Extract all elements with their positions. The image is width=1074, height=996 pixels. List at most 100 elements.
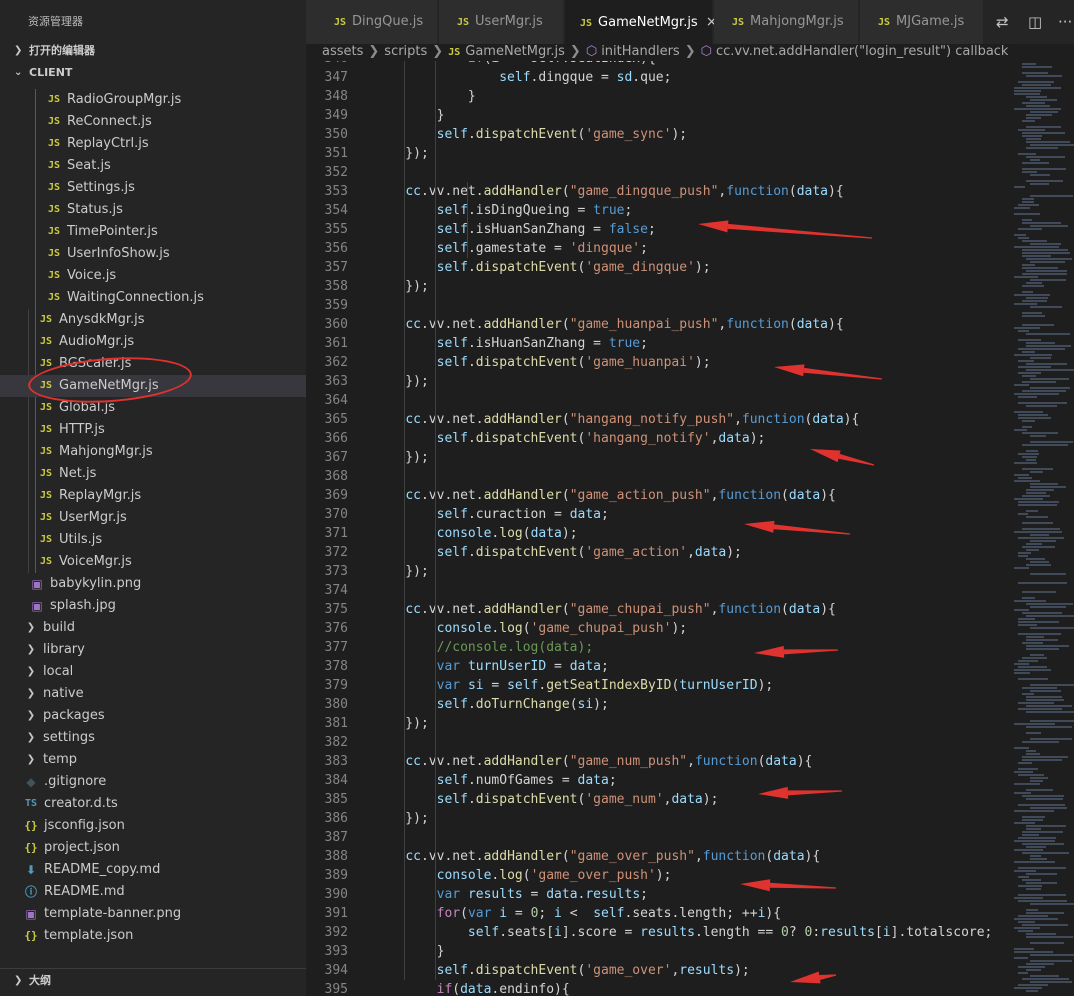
tree-file[interactable]: JS Global.js [0,397,306,419]
code-line[interactable]: 379 var si = self.getSeatIndexByID(turnU… [306,676,1006,695]
code-line[interactable]: 370 self.curaction = data; [306,505,1006,524]
code-line[interactable]: 365 cc.vv.net.addHandler("hangang_notify… [306,410,1006,429]
tree-file[interactable]: ▣ splash.jpg [0,595,306,617]
tree-file[interactable]: JS Status.js [0,199,306,221]
code-line[interactable]: 364 [306,391,1006,410]
tree-file[interactable]: JS Net.js [0,463,306,485]
tree-folder[interactable]: ❯ library [0,639,306,661]
code-line[interactable]: 383 cc.vv.net.addHandler("game_num_push"… [306,752,1006,771]
code-editor[interactable]: 346 if(i == self.seatIndex){347 self.din… [306,61,1006,996]
tree-folder[interactable]: ❯ local [0,661,306,683]
tab-mahjongmgr[interactable]: JS MahjongMgr.js [714,0,859,44]
tree-file[interactable]: JS Seat.js [0,155,306,177]
code-line[interactable]: 347 self.dingque = sd.que; [306,68,1006,87]
compare-changes-icon[interactable]: ⇄ [996,13,1009,31]
code-line[interactable]: 346 if(i == self.seatIndex){ [306,61,1006,68]
code-line[interactable]: 368 [306,467,1006,486]
tab-mjgame[interactable]: JS MJGame.js [860,0,984,44]
tree-file[interactable]: ▣ babykylin.png [0,573,306,595]
tree-file[interactable]: JS ReConnect.js [0,111,306,133]
code-line[interactable]: 377 //console.log(data); [306,638,1006,657]
code-line[interactable]: 375 cc.vv.net.addHandler("game_chupai_pu… [306,600,1006,619]
tree-file[interactable]: {} project.json [0,837,306,859]
code-line[interactable]: 393 } [306,942,1006,961]
tree-folder[interactable]: ❯ packages [0,705,306,727]
code-line[interactable]: 367 }); [306,448,1006,467]
tree-file[interactable]: ⬇ README_copy.md [0,859,306,881]
tree-file[interactable]: JS UserInfoShow.js [0,243,306,265]
code-line[interactable]: 369 cc.vv.net.addHandler("game_action_pu… [306,486,1006,505]
code-line[interactable]: 359 [306,296,1006,315]
breadcrumb-file[interactable]: GameNetMgr.js [465,44,565,59]
breadcrumb-callback[interactable]: cc.vv.net.addHandler("login_result") cal… [716,44,1008,59]
minimap[interactable] [1006,61,1074,996]
tab-dingque[interactable]: JS DingQue.js [306,0,438,44]
code-line[interactable]: 391 for(var i = 0; i < self.seats.length… [306,904,1006,923]
tree-file[interactable]: JS UserMgr.js [0,507,306,529]
tree-file[interactable]: JS AnysdkMgr.js [0,309,306,331]
more-actions-icon[interactable]: ··· [1058,13,1072,31]
code-line[interactable]: 390 var results = data.results; [306,885,1006,904]
code-line[interactable]: 363 }); [306,372,1006,391]
code-line[interactable]: 394 self.dispatchEvent('game_over',resul… [306,961,1006,980]
code-line[interactable]: 360 cc.vv.net.addHandler("game_huanpai_p… [306,315,1006,334]
tree-file[interactable]: ▣ template-banner.png [0,903,306,925]
code-line[interactable]: 349 } [306,106,1006,125]
code-line[interactable]: 355 self.isHuanSanZhang = false; [306,220,1006,239]
code-line[interactable]: 354 self.isDingQueing = true; [306,201,1006,220]
code-line[interactable]: 366 self.dispatchEvent('hangang_notify',… [306,429,1006,448]
tree-folder[interactable]: ❯ native [0,683,306,705]
tree-file[interactable]: JS RadioGroupMgr.js [0,89,306,111]
tree-file[interactable]: JS TimePointer.js [0,221,306,243]
code-line[interactable]: 385 self.dispatchEvent('game_num',data); [306,790,1006,809]
tree-folder[interactable]: ❯ build [0,617,306,639]
code-line[interactable]: 376 console.log('game_chupai_push'); [306,619,1006,638]
tree-file[interactable]: JS WaitingConnection.js [0,287,306,309]
code-line[interactable]: 351 }); [306,144,1006,163]
code-line[interactable]: 378 var turnUserID = data; [306,657,1006,676]
breadcrumb-assets[interactable]: assets [322,44,363,59]
code-line[interactable]: 350 self.dispatchEvent('game_sync'); [306,125,1006,144]
tree-file[interactable]: JS HTTP.js [0,419,306,441]
code-line[interactable]: 380 self.doTurnChange(si); [306,695,1006,714]
tree-file[interactable]: JS Utils.js [0,529,306,551]
code-line[interactable]: 372 self.dispatchEvent('game_action',dat… [306,543,1006,562]
client-folder-section[interactable]: ⌄ CLIENT [0,62,306,84]
code-line[interactable]: 395 if(data.endinfo){ [306,980,1006,996]
tree-file[interactable]: {} jsconfig.json [0,815,306,837]
tree-file[interactable]: JS ReplayCtrl.js [0,133,306,155]
code-line[interactable]: 384 self.numOfGames = data; [306,771,1006,790]
code-line[interactable]: 387 [306,828,1006,847]
code-line[interactable]: 371 console.log(data); [306,524,1006,543]
code-line[interactable]: 389 console.log('game_over_push'); [306,866,1006,885]
code-line[interactable]: 374 [306,581,1006,600]
tree-folder[interactable]: ❯ settings [0,727,306,749]
tree-folder[interactable]: ❯ temp [0,749,306,771]
tree-file[interactable]: JS AudioMgr.js [0,331,306,353]
tree-file[interactable]: JS ReplayMgr.js [0,485,306,507]
code-line[interactable]: 362 self.dispatchEvent('game_huanpai'); [306,353,1006,372]
code-line[interactable]: 361 self.isHuanSanZhang = true; [306,334,1006,353]
tree-file[interactable]: JS VoiceMgr.js [0,551,306,573]
tree-file[interactable]: JS Settings.js [0,177,306,199]
code-line[interactable]: 358 }); [306,277,1006,296]
open-editors-section[interactable]: ❯ 打开的编辑器 [0,40,306,62]
code-line[interactable]: 357 self.dispatchEvent('game_dingque'); [306,258,1006,277]
code-line[interactable]: 353 cc.vv.net.addHandler("game_dingque_p… [306,182,1006,201]
code-line[interactable]: 352 [306,163,1006,182]
tree-file[interactable]: {} template.json [0,925,306,947]
breadcrumb-method[interactable]: initHandlers [601,44,680,59]
code-line[interactable]: 382 [306,733,1006,752]
code-line[interactable]: 381 }); [306,714,1006,733]
tree-file[interactable]: ◆ .gitignore [0,771,306,793]
tree-file[interactable]: JS MahjongMgr.js [0,441,306,463]
tree-file[interactable]: ⓘ README.md [0,881,306,903]
code-line[interactable]: 388 cc.vv.net.addHandler("game_over_push… [306,847,1006,866]
code-line[interactable]: 356 self.gamestate = 'dingque'; [306,239,1006,258]
tab-gamenetmgr[interactable]: JS GameNetMgr.js × [565,0,717,44]
split-editor-icon[interactable]: ◫ [1028,13,1042,31]
outline-section[interactable]: ❯ 大纲 [0,968,306,996]
code-line[interactable]: 373 }); [306,562,1006,581]
breadcrumb-scripts[interactable]: scripts [384,44,427,59]
code-line[interactable]: 386 }); [306,809,1006,828]
